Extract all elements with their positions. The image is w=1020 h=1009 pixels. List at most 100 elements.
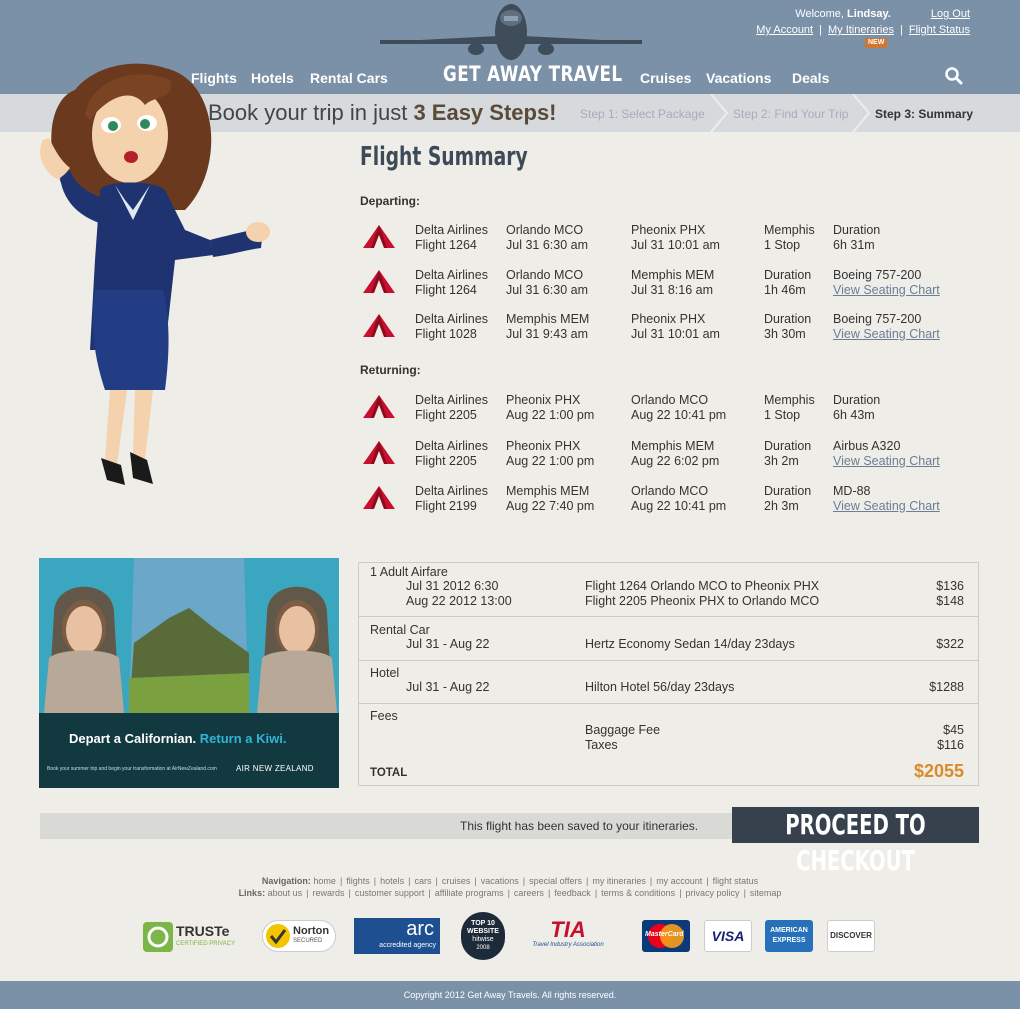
separator: | <box>507 888 510 898</box>
brand-name[interactable]: GET AWAY TRAVEL <box>443 62 622 86</box>
origin: Pheonix PHX <box>506 439 581 453</box>
top10-c: hitwise <box>472 936 494 943</box>
footer-link[interactable]: privacy policy <box>686 888 740 898</box>
airline-name: Delta Airlines <box>415 439 488 453</box>
saved-message: This flight has been saved to your itine… <box>460 819 699 833</box>
departure-time: Aug 22 1:00 pm <box>506 408 595 422</box>
footer-link[interactable]: vacations <box>481 876 519 886</box>
footer-link[interactable]: my itineraries <box>592 876 646 886</box>
arc-badge[interactable]: arc accredited agency <box>354 918 440 954</box>
arc-text: arc <box>406 918 434 940</box>
visa-badge: VISA <box>704 920 752 952</box>
footer-link[interactable]: special offers <box>529 876 582 886</box>
step-3[interactable]: Step 3: Summary <box>875 107 973 121</box>
footer-link[interactable]: rewards <box>312 888 344 898</box>
proceed-to-checkout-button[interactable]: PROCEED TO CHECKOUT <box>732 807 979 877</box>
separator: | <box>743 888 746 898</box>
footer-link[interactable]: flight status <box>713 876 759 886</box>
origin: Pheonix PHX <box>506 393 581 407</box>
car-dates: Jul 31 - Aug 22 <box>406 637 490 651</box>
destination: Pheonix PHX <box>631 312 706 326</box>
norton-sub: SECURED <box>293 938 323 944</box>
flight-row: Delta Airlines Flight 2199 Memphis MEM Aug … <box>360 484 980 516</box>
arrival-time: Aug 22 10:41 pm <box>631 499 727 513</box>
flight-number: Flight 2199 <box>415 499 477 513</box>
footer-link[interactable]: customer support <box>355 888 425 898</box>
my-itineraries-link[interactable]: My Itineraries <box>828 24 894 36</box>
summary-hotel: Hotel Jul 31 - Aug 22 Hilton Hotel 56/da… <box>359 661 978 704</box>
visa-text: VISA <box>711 928 745 944</box>
destination: Orlando MCO <box>631 484 709 498</box>
departure-time: Jul 31 6:30 am <box>506 283 588 297</box>
flight-summary-title: Flight Summary <box>360 142 528 172</box>
flight-row: Delta Airlines Flight 1264 Orlando MCO Jul … <box>360 223 980 255</box>
airfare-desc-2: Flight 2205 Pheonix PHX to Orlando MCO <box>585 594 820 608</box>
origin: Memphis MEM <box>506 484 590 498</box>
footer-link[interactable]: careers <box>514 888 544 898</box>
footer-link[interactable]: home <box>313 876 336 886</box>
car-desc: Hertz Economy Sedan 14/day 23days <box>585 637 795 651</box>
separator: | <box>348 888 351 898</box>
nav-rental-cars[interactable]: Rental Cars <box>310 70 388 86</box>
stop-or-duration-value: 1 Stop <box>764 408 801 422</box>
car-label: Rental Car <box>370 623 430 637</box>
separator: | <box>706 876 709 886</box>
view-seating-chart-link[interactable]: View Seating Chart <box>833 327 940 342</box>
amex-b: EXPRESS <box>772 937 806 944</box>
flight-status-link[interactable]: Flight Status <box>909 24 970 36</box>
footer-link[interactable]: terms & conditions <box>601 888 675 898</box>
top10-a: TOP 10 <box>471 920 495 927</box>
departing-label: Departing: <box>360 194 420 208</box>
footer-link[interactable]: affiliate programs <box>435 888 504 898</box>
top10-website-badge[interactable]: TOP 10 WEBSITE hitwise 2008 <box>461 912 505 960</box>
footer-link[interactable]: cars <box>415 876 432 886</box>
separator: | <box>522 876 526 886</box>
account-links: Welcome, Lindsay. Log Out My Account | My I… <box>756 6 970 38</box>
step-2[interactable]: Step 2: Find Your Trip <box>733 107 848 121</box>
arrival-time: Jul 31 10:01 am <box>631 327 720 341</box>
footer-link[interactable]: about us <box>268 888 303 898</box>
view-seating-chart-link[interactable]: View Seating Chart <box>833 454 940 469</box>
norton-badge[interactable]: Norton SECURED <box>262 920 336 952</box>
delta-airlines-logo-icon <box>363 314 395 337</box>
total-label: TOTAL <box>370 767 408 779</box>
tia-badge[interactable]: TIA Travel Industry Association <box>526 918 610 954</box>
stop-or-duration-label: Duration <box>764 268 812 282</box>
hotel-dates: Jul 31 - Aug 22 <box>406 680 490 694</box>
view-seating-chart-link[interactable]: View Seating Chart <box>833 499 940 514</box>
chevron-right-icon <box>710 94 729 132</box>
stop-or-duration-value: 1 Stop <box>764 238 801 252</box>
view-seating-chart-link[interactable]: View Seating Chart <box>833 283 940 298</box>
footer-link[interactable]: my account <box>656 876 702 886</box>
stop-or-duration-value: 3h 2m <box>764 454 799 468</box>
truste-badge[interactable]: TRUSTe CERTIFIED PRIVACY <box>143 922 253 952</box>
discover-badge: DISCOVER <box>827 920 875 952</box>
step-1[interactable]: Step 1: Select Package <box>580 107 705 121</box>
search-icon[interactable] <box>944 66 964 86</box>
duration-or-aircraft: Duration <box>833 223 881 237</box>
nav-cruises[interactable]: Cruises <box>640 70 691 86</box>
tia-text: TIA <box>550 917 586 942</box>
top10-b: WEBSITE <box>467 928 499 935</box>
price-summary: 1 Adult Airfare Jul 31 2012 6:30 Flight … <box>358 562 979 786</box>
footer-link[interactable]: cruises <box>442 876 471 886</box>
flight-row: Delta Airlines Flight 2205 Pheonix PHX Aug … <box>360 439 980 471</box>
airline-name: Delta Airlines <box>415 268 488 282</box>
summary-fees: Fees Baggage Fee $45 Taxes $116 TOTAL $2… <box>359 704 978 785</box>
footer-link[interactable]: feedback <box>554 888 591 898</box>
arrival-time: Jul 31 8:16 am <box>631 283 713 297</box>
steps-heading-bold: 3 Easy Steps! <box>413 100 557 125</box>
nav-vacations[interactable]: Vacations <box>706 70 771 86</box>
amex-badge: AMERICAN EXPRESS <box>765 920 813 952</box>
baggage-label: Baggage Fee <box>585 723 661 737</box>
ad-headline-accent: Return a Kiwi. <box>199 731 287 746</box>
stop-or-duration-label: Duration <box>764 439 812 453</box>
logout-link[interactable]: Log Out <box>931 8 970 20</box>
footer-link[interactable]: flights <box>346 876 370 886</box>
summary-rental-car: Rental Car Jul 31 - Aug 22 Hertz Economy… <box>359 617 978 661</box>
my-account-link[interactable]: My Account <box>756 24 813 36</box>
nav-deals[interactable]: Deals <box>792 70 829 86</box>
footer-link[interactable]: sitemap <box>750 888 782 898</box>
air-new-zealand-ad[interactable]: Depart a Californian. Return a Kiwi. Boo… <box>39 558 339 788</box>
footer-link[interactable]: hotels <box>380 876 404 886</box>
